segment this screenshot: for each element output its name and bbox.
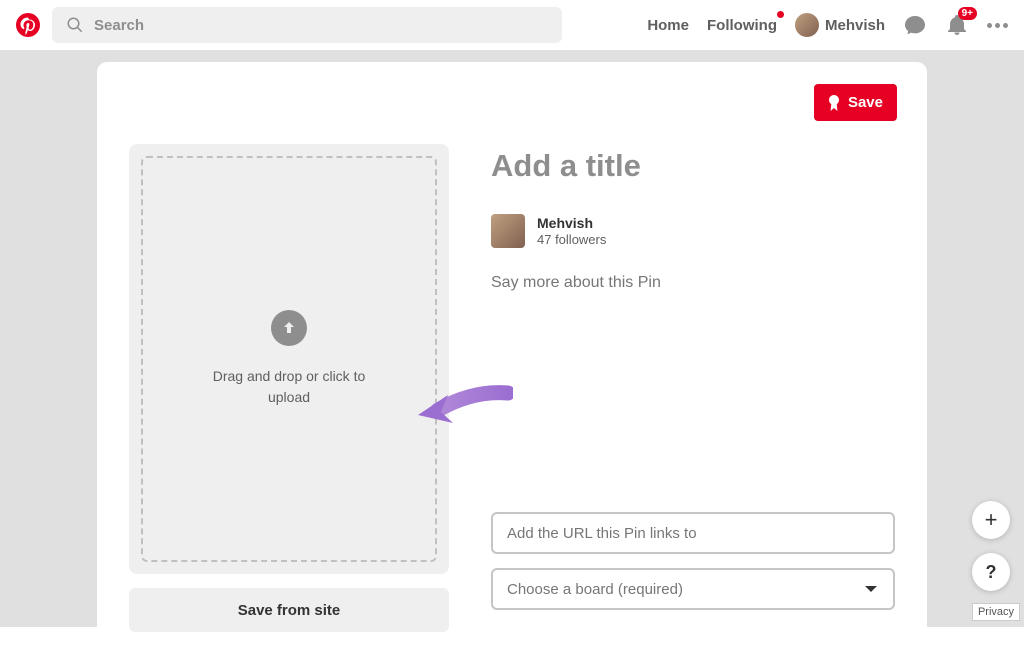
author-avatar bbox=[491, 214, 525, 248]
notification-badge: 9+ bbox=[958, 7, 977, 20]
nav-right: Home Following Mehvish 9+ bbox=[647, 13, 1008, 37]
save-button-label: Save bbox=[848, 94, 883, 111]
nav-following[interactable]: Following bbox=[707, 17, 777, 34]
nav-home[interactable]: Home bbox=[647, 17, 689, 34]
nav-profile[interactable]: Mehvish bbox=[795, 13, 885, 37]
help-fab[interactable]: ? bbox=[972, 553, 1010, 591]
save-from-site-button[interactable]: Save from site bbox=[129, 588, 449, 632]
chevron-down-icon bbox=[863, 581, 879, 597]
navbar: Home Following Mehvish 9+ bbox=[0, 0, 1024, 50]
pinterest-logo[interactable] bbox=[16, 13, 40, 37]
nav-username: Mehvish bbox=[825, 17, 885, 34]
board-select-label: Choose a board (required) bbox=[507, 581, 683, 598]
search-box[interactable] bbox=[52, 7, 562, 43]
description-input[interactable] bbox=[491, 274, 895, 292]
page-background: Save Drag and drop or click to upload Sa… bbox=[0, 50, 1024, 627]
author-row: Mehvish 47 followers bbox=[491, 214, 895, 248]
privacy-link[interactable]: Privacy bbox=[972, 603, 1020, 621]
fab-column: + ? bbox=[972, 501, 1010, 591]
upload-column: Drag and drop or click to upload Save fr… bbox=[129, 144, 449, 632]
avatar-icon bbox=[795, 13, 819, 37]
author-followers: 47 followers bbox=[537, 232, 606, 247]
author-info: Mehvish 47 followers bbox=[537, 215, 606, 247]
save-button[interactable]: Save bbox=[814, 84, 897, 121]
search-icon bbox=[66, 16, 84, 34]
author-name: Mehvish bbox=[537, 215, 606, 231]
title-input[interactable] bbox=[491, 148, 895, 184]
notification-dot bbox=[777, 11, 784, 18]
form-column: Mehvish 47 followers Choose a board (req… bbox=[491, 144, 895, 632]
notifications-icon[interactable]: 9+ bbox=[945, 13, 969, 37]
url-input[interactable] bbox=[491, 512, 895, 554]
pin-builder-card: Save Drag and drop or click to upload Sa… bbox=[97, 62, 927, 662]
upload-dropzone[interactable]: Drag and drop or click to upload bbox=[141, 156, 437, 562]
pin-icon bbox=[828, 95, 840, 111]
messages-icon[interactable] bbox=[903, 13, 927, 37]
board-select[interactable]: Choose a board (required) bbox=[491, 568, 895, 610]
add-fab[interactable]: + bbox=[972, 501, 1010, 539]
upload-box: Drag and drop or click to upload bbox=[129, 144, 449, 574]
builder-columns: Drag and drop or click to upload Save fr… bbox=[129, 144, 895, 632]
upload-icon bbox=[271, 310, 307, 346]
nav-following-label: Following bbox=[707, 17, 777, 34]
search-input[interactable] bbox=[94, 17, 548, 34]
upload-text: Drag and drop or click to upload bbox=[199, 366, 379, 408]
more-menu-icon[interactable] bbox=[987, 23, 1008, 28]
